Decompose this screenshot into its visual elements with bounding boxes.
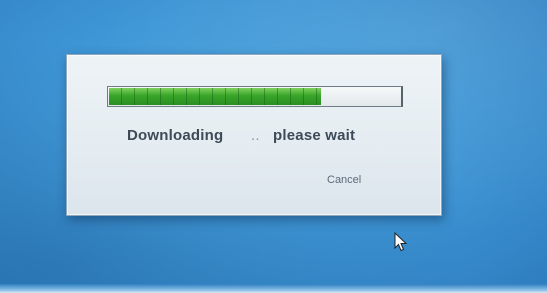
download-progress-fill (109, 88, 321, 105)
cancel-button[interactable]: Cancel (327, 174, 361, 186)
status-separator: .. (251, 127, 260, 144)
download-dialog: Downloading .. please wait Cancel (66, 54, 442, 216)
status-please-wait-text: please wait (273, 127, 356, 144)
status-downloading-text: Downloading (127, 127, 224, 144)
taskbar-edge (0, 284, 547, 293)
download-progress-bar (107, 86, 403, 107)
mouse-pointer-icon (394, 232, 408, 252)
status-message: Downloading .. please wait (127, 127, 387, 149)
